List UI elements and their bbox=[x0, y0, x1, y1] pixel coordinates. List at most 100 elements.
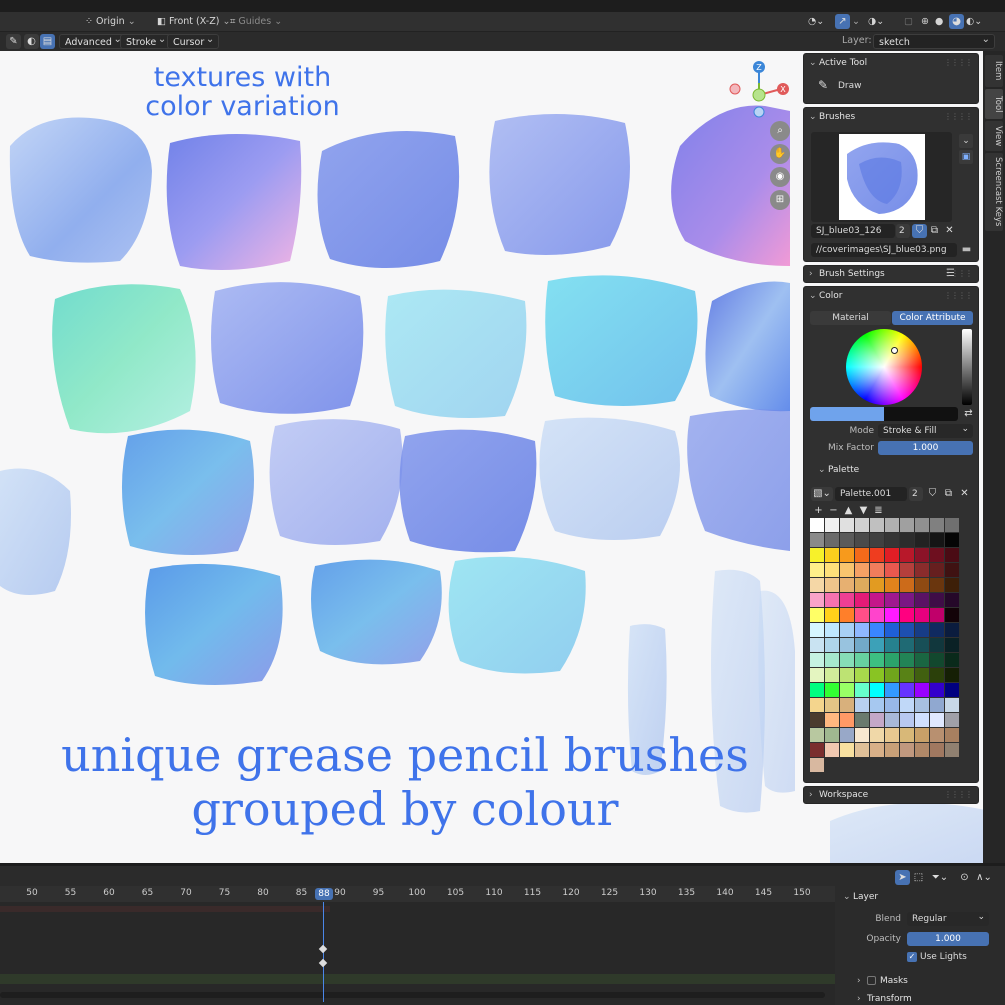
palette-swatch[interactable] bbox=[870, 533, 884, 547]
palette-swatch[interactable] bbox=[885, 638, 899, 652]
palette-swatch[interactable] bbox=[840, 593, 854, 607]
advanced-dropdown[interactable]: Advanced bbox=[59, 32, 127, 49]
palette-swatch[interactable] bbox=[885, 728, 899, 742]
palette-swatch[interactable] bbox=[825, 548, 839, 562]
palette-swatch[interactable] bbox=[930, 563, 944, 577]
palette-swatch[interactable] bbox=[855, 593, 869, 607]
camera-icon[interactable]: ◉ bbox=[770, 167, 790, 187]
palette-swatch[interactable] bbox=[825, 743, 839, 757]
palette-swatch[interactable] bbox=[885, 698, 899, 712]
palette-swatch[interactable] bbox=[900, 593, 914, 607]
palette-subheader[interactable]: ⌄ Palette bbox=[818, 465, 859, 475]
zoom-icon[interactable]: ⌕ bbox=[770, 121, 790, 141]
palette-swatch[interactable] bbox=[915, 728, 929, 742]
palette-swatch[interactable] bbox=[870, 623, 884, 637]
workspace-panel[interactable]: › Workspace ⋮⋮⋮⋮ bbox=[803, 786, 979, 804]
palette-swatch[interactable] bbox=[930, 698, 944, 712]
timeline-scrollbar[interactable] bbox=[0, 992, 825, 998]
palette-swatch[interactable] bbox=[885, 653, 899, 667]
brush-icon[interactable]: ✎ bbox=[6, 34, 21, 49]
keyframe[interactable] bbox=[318, 944, 328, 954]
palette-swatch[interactable] bbox=[900, 743, 914, 757]
palette-swatch[interactable] bbox=[855, 518, 869, 532]
move-up-icon[interactable]: ▲ bbox=[841, 504, 856, 518]
palette-swatch[interactable] bbox=[900, 713, 914, 727]
tab-material[interactable]: Material bbox=[810, 311, 891, 325]
palette-swatch[interactable] bbox=[885, 668, 899, 682]
palette-swatch[interactable] bbox=[855, 623, 869, 637]
workspace-header[interactable]: › Workspace bbox=[809, 790, 868, 800]
ortho-grid-icon[interactable]: ⊞ bbox=[770, 190, 790, 210]
brush-image-icon[interactable]: ▣ bbox=[959, 150, 973, 164]
brush-users-count[interactable]: 2 bbox=[896, 224, 910, 238]
palette-swatch[interactable] bbox=[870, 713, 884, 727]
palette-browse-icon[interactable]: ▧⌄ bbox=[811, 487, 833, 501]
palette-swatch[interactable] bbox=[900, 518, 914, 532]
duplicate-icon[interactable]: ⧉ bbox=[941, 487, 956, 501]
palette-swatch[interactable] bbox=[885, 518, 899, 532]
palette-swatch[interactable] bbox=[930, 683, 944, 697]
palette-swatch[interactable] bbox=[840, 578, 854, 592]
palette-swatch[interactable] bbox=[855, 728, 869, 742]
palette-swatch[interactable] bbox=[810, 533, 824, 547]
folder-icon[interactable]: ▬ bbox=[959, 243, 974, 257]
palette-swatch[interactable] bbox=[885, 743, 899, 757]
palette-swatch[interactable] bbox=[840, 563, 854, 577]
palette-swatch[interactable] bbox=[825, 683, 839, 697]
palette-swatch[interactable] bbox=[915, 578, 929, 592]
palette-swatch[interactable] bbox=[945, 728, 959, 742]
current-frame-indicator[interactable]: 88 bbox=[315, 888, 333, 900]
palette-swatch[interactable] bbox=[930, 638, 944, 652]
palette-swatch[interactable] bbox=[930, 653, 944, 667]
palette-swatch[interactable] bbox=[900, 578, 914, 592]
palette-swatch[interactable] bbox=[945, 743, 959, 757]
palette-swatch[interactable] bbox=[855, 653, 869, 667]
value-slider[interactable] bbox=[962, 329, 972, 405]
palette-swatch[interactable] bbox=[900, 668, 914, 682]
palette-users-count[interactable]: 2 bbox=[909, 487, 923, 501]
palette-swatch[interactable] bbox=[810, 683, 824, 697]
palette-swatch[interactable] bbox=[870, 563, 884, 577]
palette-swatch[interactable] bbox=[840, 638, 854, 652]
palette-swatch[interactable] bbox=[900, 638, 914, 652]
keyframe[interactable] bbox=[318, 958, 328, 968]
palette-swatch[interactable] bbox=[870, 548, 884, 562]
palette-swatch[interactable] bbox=[885, 563, 899, 577]
palette-swatch[interactable] bbox=[930, 743, 944, 757]
filter-icon[interactable]: ⏷⌄ bbox=[929, 870, 951, 885]
palette-swatch[interactable] bbox=[810, 698, 824, 712]
palette-swatch[interactable] bbox=[915, 533, 929, 547]
palette-swatch[interactable] bbox=[810, 608, 824, 622]
palette-swatch[interactable] bbox=[945, 548, 959, 562]
palette-swatch[interactable] bbox=[915, 743, 929, 757]
palette-swatch[interactable] bbox=[840, 653, 854, 667]
palette-swatch[interactable] bbox=[870, 593, 884, 607]
active-tool-header[interactable]: ⌄ Active Tool bbox=[809, 58, 867, 68]
palette-swatch[interactable] bbox=[825, 668, 839, 682]
wireframe-shading-icon[interactable]: ⊕ bbox=[921, 14, 929, 30]
palette-swatch[interactable] bbox=[840, 728, 854, 742]
palette-swatch[interactable] bbox=[825, 698, 839, 712]
palette-swatch[interactable] bbox=[900, 728, 914, 742]
palette-swatch[interactable] bbox=[945, 608, 959, 622]
palette-swatch[interactable] bbox=[870, 608, 884, 622]
swap-colors-icon[interactable]: ⇄ bbox=[961, 407, 976, 421]
palette-swatch[interactable] bbox=[855, 683, 869, 697]
palette-swatch[interactable] bbox=[840, 548, 854, 562]
palette-swatch[interactable] bbox=[915, 698, 929, 712]
palette-swatch[interactable] bbox=[900, 563, 914, 577]
palette-swatch[interactable] bbox=[870, 638, 884, 652]
palette-swatch[interactable] bbox=[870, 728, 884, 742]
brush-name-field[interactable]: SJ_blue03_126 bbox=[811, 224, 895, 238]
palette-swatch[interactable] bbox=[915, 518, 929, 532]
palette-swatch[interactable] bbox=[810, 728, 824, 742]
palette-swatch[interactable] bbox=[855, 743, 869, 757]
select-cursor-icon[interactable]: ➤ bbox=[895, 870, 910, 885]
solid-shading-icon[interactable]: ● bbox=[935, 14, 943, 30]
palette-swatch[interactable] bbox=[930, 533, 944, 547]
palette-swatch[interactable] bbox=[810, 713, 824, 727]
palette-swatch[interactable] bbox=[930, 548, 944, 562]
palette-swatch[interactable] bbox=[840, 533, 854, 547]
palette-swatch[interactable] bbox=[885, 593, 899, 607]
brush-list-dropdown-icon[interactable]: ⌄ bbox=[959, 134, 973, 148]
